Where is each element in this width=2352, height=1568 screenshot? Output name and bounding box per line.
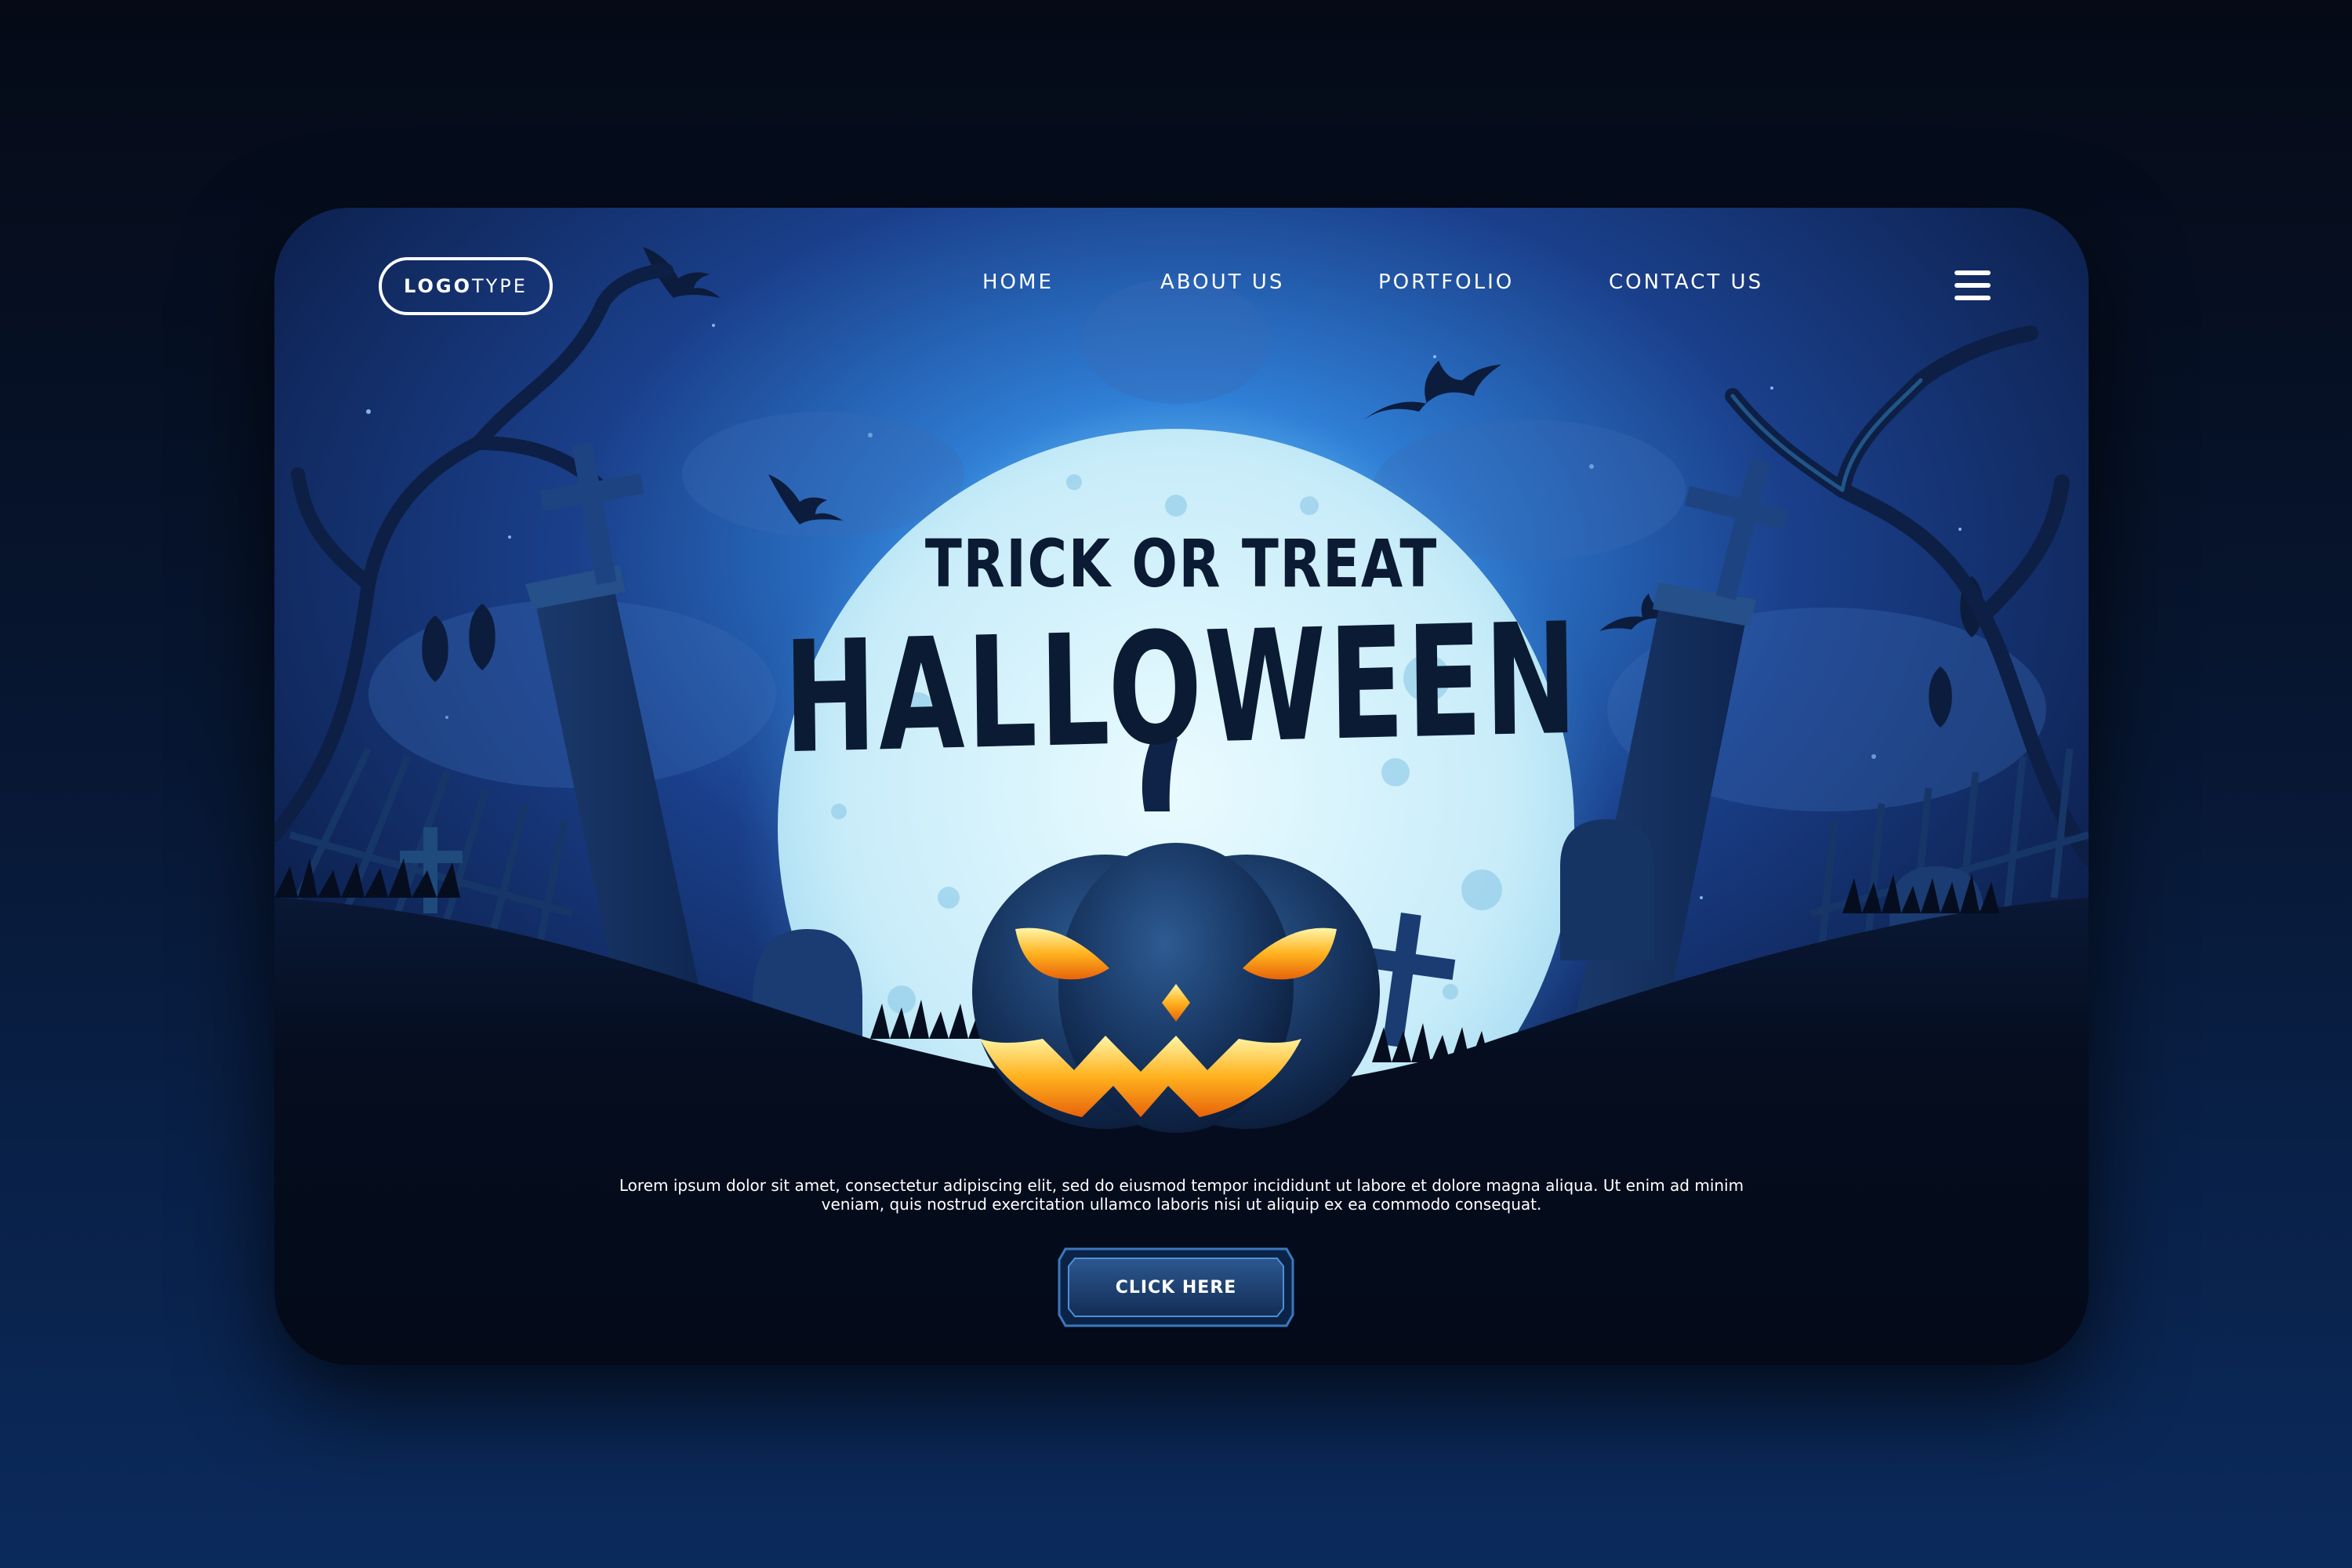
hero-body-line-2: veniam, quis nostrud exercitation ullamc…: [821, 1195, 1542, 1214]
click-here-label: CLICK HERE: [1115, 1277, 1237, 1298]
click-here-button[interactable]: CLICK HERE: [1054, 1244, 1298, 1330]
hero-body-line-1: Lorem ipsum dolor sit amet, consectetur …: [619, 1176, 1744, 1195]
main-nav: HOME ABOUT US PORTFOLIO CONTACT US: [274, 270, 2089, 302]
hamburger-menu-icon[interactable]: [1955, 270, 1991, 300]
nav-item-portfolio[interactable]: PORTFOLIO: [1378, 270, 1514, 294]
landing-card: LOGO TYPE HOME ABOUT US PORTFOLIO CONTACT…: [274, 208, 2089, 1365]
hero-title: HALLOWEEN: [782, 590, 1581, 789]
nav-item-about-us[interactable]: ABOUT US: [1160, 270, 1284, 294]
nav-item-home[interactable]: HOME: [982, 270, 1054, 294]
hero-body-text: Lorem ipsum dolor sit amet, consectetur …: [274, 1176, 2089, 1214]
nav-item-contact-us[interactable]: CONTACT US: [1609, 270, 1763, 294]
